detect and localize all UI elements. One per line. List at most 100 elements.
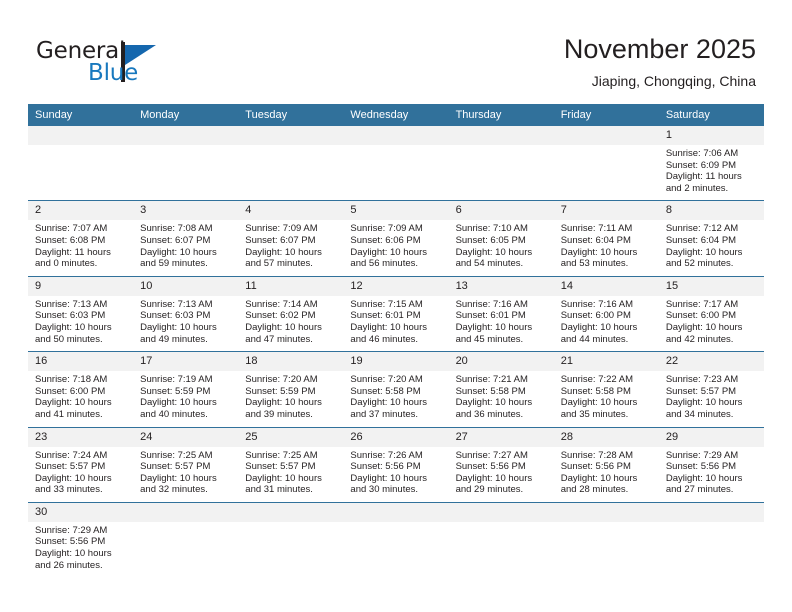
weekday-header-thursday: Thursday [448,104,554,126]
calendar-day-cell[interactable]: 23 Sunrise: 7:24 AM Sunset: 5:57 PM Dayligh… [28,426,134,503]
day-number: 16 [28,352,134,372]
day-number: 28 [553,427,659,447]
day-details: Sunrise: 7:21 AM Sunset: 5:58 PM Daylight:… [449,371,554,426]
calendar-day-cell-empty [343,126,449,201]
daylight-text-line2: and 29 minutes. [455,484,524,496]
daylight-text-line2: and 52 minutes. [665,258,734,270]
day-number [133,502,239,522]
calendar-day-cell[interactable]: 15 Sunrise: 7:17 AM Sunset: 6:00 PM Dayligh… [658,275,764,352]
calendar-day-cell[interactable]: 19 Sunrise: 7:20 AM Sunset: 5:58 PM Dayligh… [343,351,449,427]
sunset-text: Sunset: 6:00 PM [665,310,737,322]
sunrise-text: Sunrise: 7:13 AM [35,298,108,310]
day-number: 5 [343,201,449,221]
sunrise-text: Sunrise: 7:25 AM [245,449,318,461]
day-number: 13 [448,276,554,296]
sunrise-text: Sunrise: 7:26 AM [350,449,423,461]
daylight-text-line1: Daylight: 10 hours [350,321,427,333]
day-number: 7 [553,201,659,221]
day-number [238,502,344,522]
calendar-day-cell[interactable]: 29 Sunrise: 7:29 AM Sunset: 5:56 PM Dayligh… [658,426,764,503]
day-details: Sunrise: 7:20 AM Sunset: 5:58 PM Daylight:… [343,371,448,426]
sunrise-text: Sunrise: 7:20 AM [245,374,318,386]
sunset-text: Sunset: 6:09 PM [665,159,737,171]
daylight-text-line1: Daylight: 10 hours [560,472,638,484]
daylight-text-line2: and 33 minutes. [35,484,103,496]
sunrise-text: Sunrise: 7:29 AM [665,449,739,461]
calendar-page: General Blue November 2025 Jiaping, Chon… [0,0,792,612]
calendar-day-cell[interactable]: 26 Sunrise: 7:26 AM Sunset: 5:56 PM Dayligh… [343,426,449,503]
calendar-day-cell[interactable]: 18 Sunrise: 7:20 AM Sunset: 5:59 PM Dayligh… [238,351,344,427]
day-details: Sunrise: 7:25 AM Sunset: 5:57 PM Daylight:… [238,447,343,502]
calendar-day-cell[interactable]: 9 Sunrise: 7:13 AM Sunset: 6:03 PM Daylight… [28,275,134,352]
calendar-day-cell[interactable]: 16 Sunrise: 7:18 AM Sunset: 6:00 PM Dayligh… [28,351,134,427]
sunset-text: Sunset: 5:59 PM [245,385,316,397]
day-number: 27 [448,427,554,447]
calendar-day-cell[interactable]: 14 Sunrise: 7:16 AM Sunset: 6:00 PM Dayligh… [553,275,659,352]
calendar-day-cell-empty [238,501,344,578]
calendar-day-cell[interactable]: 1 Sunrise: 7:06 AM Sunset: 6:09 PM Daylight… [658,126,764,201]
day-details: Sunrise: 7:18 AM Sunset: 6:00 PM Daylight:… [28,371,133,426]
daylight-text-line2: and 59 minutes. [140,258,208,270]
daylight-text-line1: Daylight: 10 hours [665,321,743,333]
daylight-text-line2: and 37 minutes. [350,408,419,420]
sunrise-text: Sunrise: 7:12 AM [665,223,739,235]
brand-logo[interactable]: General Blue [36,38,236,92]
sunrise-text: Sunrise: 7:16 AM [560,298,634,310]
sunrise-text: Sunrise: 7:16 AM [455,298,528,310]
calendar-day-cell[interactable]: 27 Sunrise: 7:27 AM Sunset: 5:56 PM Dayligh… [448,426,554,503]
calendar-day-cell[interactable]: 25 Sunrise: 7:25 AM Sunset: 5:57 PM Dayligh… [238,426,344,503]
sunrise-text: Sunrise: 7:24 AM [35,449,108,461]
calendar-week-row: 16 Sunrise: 7:18 AM Sunset: 6:00 PM Dayligh… [28,351,764,427]
calendar-day-cell[interactable]: 4 Sunrise: 7:09 AM Sunset: 6:07 PM Daylight… [238,200,344,277]
sunset-text: Sunset: 5:56 PM [35,536,106,548]
day-details: Sunrise: 7:29 AM Sunset: 5:56 PM Daylight:… [28,522,133,577]
sunset-text: Sunset: 5:57 PM [245,461,316,473]
sunset-text: Sunset: 5:56 PM [560,461,631,473]
day-number: 6 [448,201,554,221]
daylight-text-line1: Daylight: 10 hours [455,246,533,258]
day-number: 11 [238,276,344,296]
day-details: Sunrise: 7:19 AM Sunset: 5:59 PM Daylight:… [133,371,238,426]
calendar-day-cell[interactable]: 24 Sunrise: 7:25 AM Sunset: 5:57 PM Dayligh… [133,426,239,503]
calendar-day-cell[interactable]: 12 Sunrise: 7:15 AM Sunset: 6:01 PM Dayligh… [343,275,449,352]
daylight-text-line2: and 46 minutes. [350,333,419,345]
calendar-day-cell[interactable]: 28 Sunrise: 7:28 AM Sunset: 5:56 PM Dayligh… [553,426,659,503]
sunset-text: Sunset: 5:58 PM [350,385,421,397]
daylight-text-line2: and 35 minutes. [560,408,629,420]
calendar-day-cell[interactable]: 22 Sunrise: 7:23 AM Sunset: 5:57 PM Dayligh… [658,351,764,427]
day-details: Sunrise: 7:09 AM Sunset: 6:06 PM Daylight:… [343,220,448,275]
calendar-day-cell[interactable]: 8 Sunrise: 7:12 AM Sunset: 6:04 PM Daylight… [658,200,764,277]
calendar-day-cell[interactable]: 2 Sunrise: 7:07 AM Sunset: 6:08 PM Daylight… [28,200,134,277]
day-details: Sunrise: 7:22 AM Sunset: 5:58 PM Daylight:… [554,371,659,426]
calendar-day-cell[interactable]: 20 Sunrise: 7:21 AM Sunset: 5:58 PM Dayligh… [448,351,554,427]
calendar-day-cell[interactable]: 7 Sunrise: 7:11 AM Sunset: 6:04 PM Daylight… [553,200,659,277]
calendar-day-cell[interactable]: 3 Sunrise: 7:08 AM Sunset: 6:07 PM Daylight… [133,200,239,277]
daylight-text-line2: and 34 minutes. [665,408,734,420]
calendar-day-cell[interactable]: 11 Sunrise: 7:14 AM Sunset: 6:02 PM Dayligh… [238,275,344,352]
daylight-text-line1: Daylight: 11 hours [665,171,742,183]
daylight-text-line2: and 49 minutes. [140,333,208,345]
day-number [658,502,764,522]
day-details: Sunrise: 7:26 AM Sunset: 5:56 PM Daylight:… [343,447,448,502]
daylight-text-line1: Daylight: 10 hours [245,321,322,333]
calendar-day-cell[interactable]: 17 Sunrise: 7:19 AM Sunset: 5:59 PM Dayligh… [133,351,239,427]
page-subtitle: Jiaping, Chongqing, China [591,73,756,89]
calendar-day-cell[interactable]: 30 Sunrise: 7:29 AM Sunset: 5:56 PM Dayligh… [28,501,134,578]
daylight-text-line1: Daylight: 11 hours [35,246,111,258]
daylight-text-line2: and 42 minutes. [665,333,734,345]
day-number: 9 [28,276,134,296]
day-details: Sunrise: 7:16 AM Sunset: 6:00 PM Daylight:… [554,296,659,351]
day-number: 2 [28,201,134,221]
sunset-text: Sunset: 5:57 PM [665,385,737,397]
sunset-text: Sunset: 6:00 PM [35,385,106,397]
calendar-day-cell[interactable]: 10 Sunrise: 7:13 AM Sunset: 6:03 PM Dayligh… [133,275,239,352]
calendar-day-cell[interactable]: 5 Sunrise: 7:09 AM Sunset: 6:06 PM Daylight… [343,200,449,277]
sunrise-text: Sunrise: 7:17 AM [665,298,739,310]
sunrise-text: Sunrise: 7:25 AM [140,449,213,461]
sunset-text: Sunset: 5:58 PM [560,385,631,397]
calendar-day-cell[interactable]: 21 Sunrise: 7:22 AM Sunset: 5:58 PM Dayligh… [553,351,659,427]
calendar-day-cell[interactable]: 6 Sunrise: 7:10 AM Sunset: 6:05 PM Daylight… [448,200,554,277]
calendar-day-cell[interactable]: 13 Sunrise: 7:16 AM Sunset: 6:01 PM Dayligh… [448,275,554,352]
daylight-text-line1: Daylight: 10 hours [350,397,427,409]
daylight-text-line1: Daylight: 10 hours [245,472,322,484]
